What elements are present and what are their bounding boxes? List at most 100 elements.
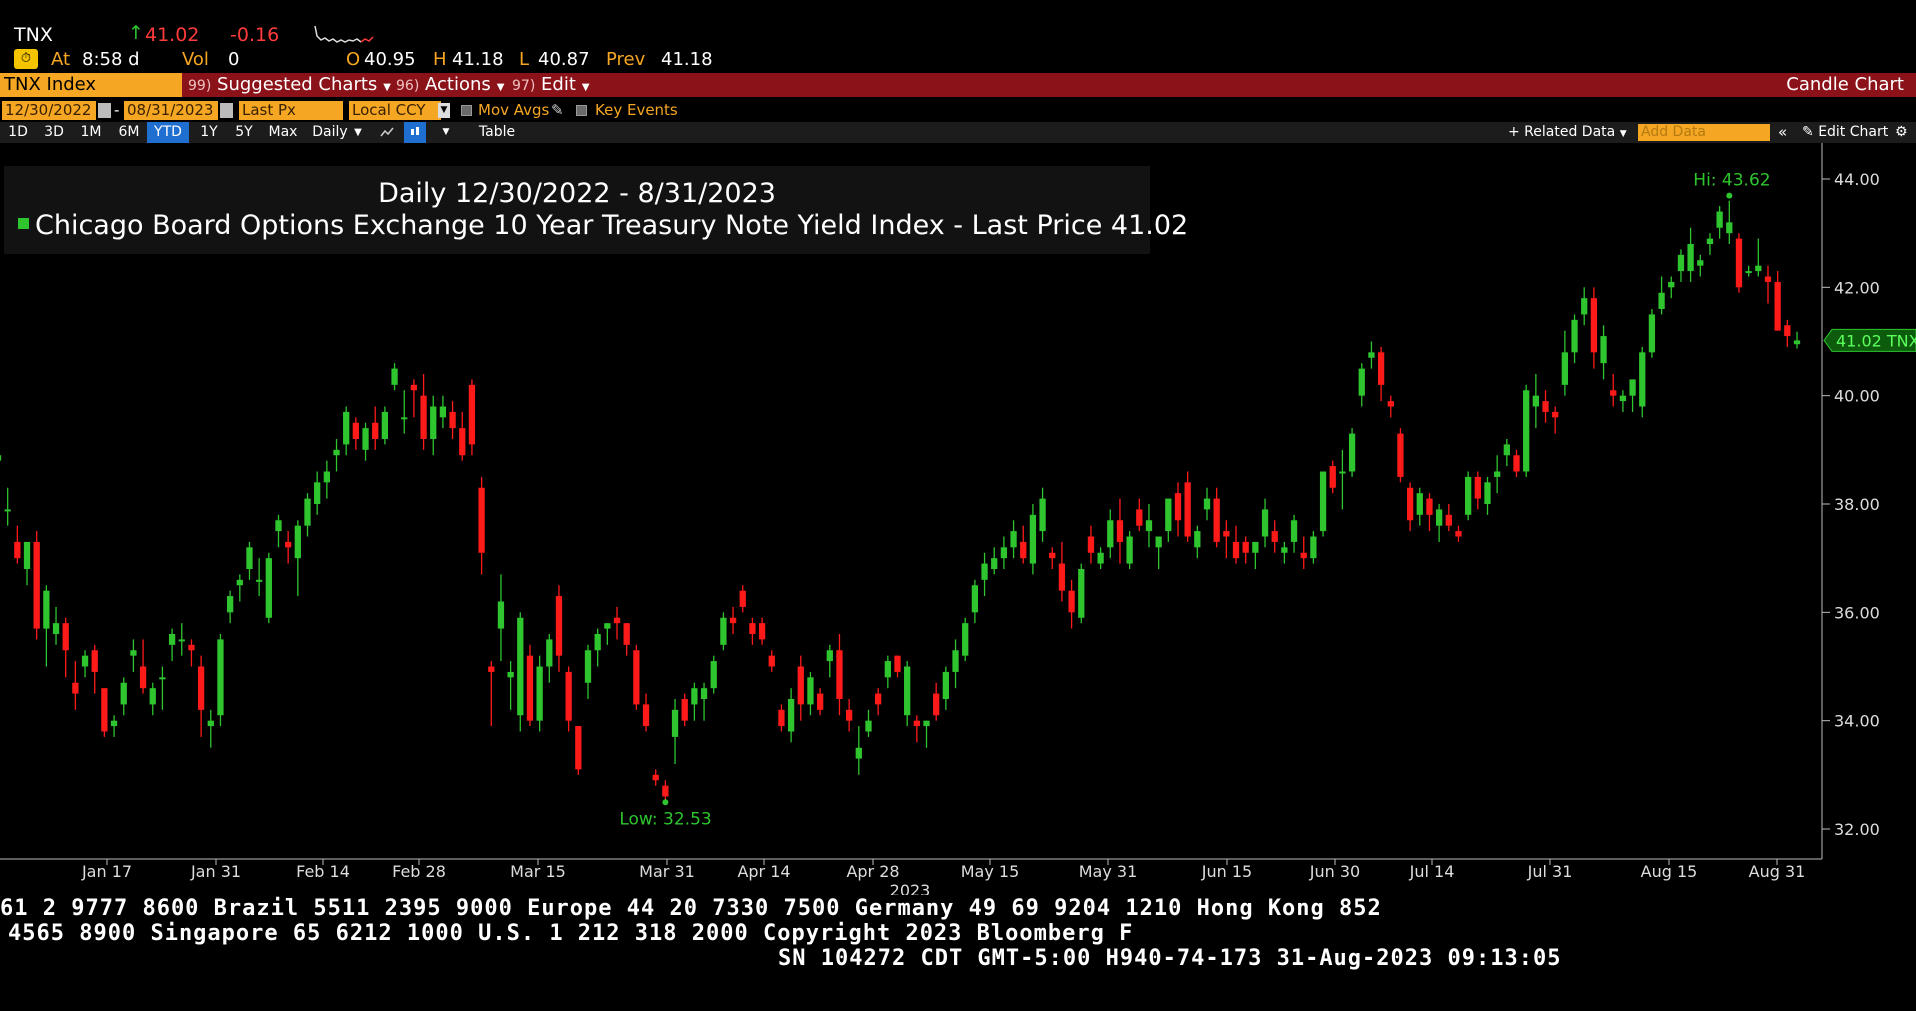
related-data-button[interactable]: + Related Data ▼	[1508, 122, 1627, 143]
period-select[interactable]: Daily	[307, 122, 353, 143]
candle-body	[1358, 368, 1365, 396]
candle-body	[1078, 569, 1085, 618]
candle-body	[1155, 536, 1162, 548]
candle-body	[246, 547, 253, 569]
candle-body	[1542, 401, 1549, 412]
clock-icon[interactable]: ⏱	[14, 49, 38, 69]
x-tick-label: Mar 15	[510, 862, 566, 881]
mov-avgs-checkbox[interactable]	[461, 105, 472, 116]
y-tick-label: 44.00	[1834, 170, 1880, 189]
key-events-label: Key Events	[595, 101, 678, 119]
candle-body	[971, 585, 979, 613]
range-1y-button[interactable]: 1Y	[195, 122, 223, 143]
candle-body	[1194, 531, 1201, 548]
candle-body	[691, 688, 698, 705]
candle-body	[875, 693, 882, 705]
candle-body	[1639, 352, 1646, 407]
end-date-field[interactable]: 08/31/2023	[124, 101, 218, 120]
candle-body	[865, 720, 872, 732]
chevron-down-icon[interactable]: ▼	[440, 122, 452, 143]
candle-body	[1387, 401, 1394, 407]
candle-body	[226, 596, 234, 613]
volume-value: 0	[228, 49, 240, 70]
candle-body	[633, 650, 640, 705]
candle-body	[1465, 476, 1472, 515]
range-ytd-button[interactable]: YTD	[147, 122, 189, 143]
range-max-button[interactable]: Max	[265, 122, 301, 143]
candle-body	[1039, 498, 1046, 532]
pencil-icon[interactable]: ✎	[551, 101, 564, 120]
x-tick-label: Feb 28	[392, 862, 446, 881]
edit-chart-label: Edit Chart	[1818, 124, 1889, 140]
candle-body	[720, 617, 727, 645]
candle-body	[991, 558, 998, 569]
candle-body	[304, 498, 311, 526]
candle-body	[1687, 244, 1694, 272]
candle-body	[1329, 466, 1336, 488]
candle-body	[507, 671, 514, 678]
range-5y-button[interactable]: 5Y	[230, 122, 258, 143]
footer-line-2: 4565 8900 Singapore 65 6212 1000 U.S. 1 …	[8, 921, 1134, 946]
range-3d-button[interactable]: 3D	[40, 122, 68, 143]
calendar-icon[interactable]	[220, 103, 233, 118]
gear-icon[interactable]: ⚙	[1895, 122, 1908, 143]
candle-chart[interactable]: 44.00 42.00 40.00 38.00 36.00 34.00 32.00 Jan …	[0, 143, 1916, 895]
edit-menu[interactable]: 97) Edit ▼	[512, 73, 590, 97]
actions-menu[interactable]: 96) Actions ▼	[396, 73, 504, 97]
calendar-icon[interactable]	[98, 103, 111, 118]
prev-value: 41.18	[661, 49, 713, 70]
suggested-charts-menu[interactable]: 99) Suggested Charts ▼	[188, 73, 391, 97]
add-data-input[interactable]: Add Data	[1638, 124, 1770, 141]
table-button[interactable]: Table	[474, 122, 520, 143]
candle-body	[420, 395, 427, 439]
candle-body	[1165, 498, 1172, 532]
chevron-down-icon[interactable]: ▼	[352, 122, 364, 143]
candle-body	[1561, 352, 1569, 385]
caret-down-icon: ▼	[496, 82, 505, 93]
candle-body	[1523, 390, 1530, 472]
line-chart-icon[interactable]	[378, 122, 396, 143]
candle-body	[33, 541, 40, 629]
candle-body	[1261, 509, 1269, 537]
footer-line-1: 61 2 9777 8600 Brazil 5511 2395 9000 Eur…	[0, 896, 1382, 921]
candle-body	[565, 671, 572, 721]
candle-body	[904, 666, 911, 716]
candle-body	[1735, 238, 1743, 288]
candle-body	[130, 650, 137, 656]
candles	[0, 200, 1801, 802]
candle-body	[439, 406, 447, 418]
edit-chart-button[interactable]: ✎ Edit Chart	[1802, 122, 1888, 143]
candle-body	[139, 666, 147, 689]
candle-body	[459, 428, 466, 456]
candle-body	[275, 520, 282, 532]
security-field[interactable]: TNX Index	[0, 73, 182, 97]
key-events-checkbox[interactable]	[576, 105, 587, 116]
candle-body	[1097, 552, 1104, 564]
currency-select[interactable]: Local CCY	[349, 101, 441, 120]
candle-body	[478, 487, 485, 553]
candle-body	[1552, 411, 1559, 418]
candle-body	[671, 709, 679, 737]
candle-body	[410, 384, 418, 391]
range-1m-button[interactable]: 1M	[76, 122, 106, 143]
candle-chart-icon[interactable]	[404, 122, 426, 143]
candle-body	[1300, 552, 1307, 559]
legend-series-entry[interactable]: Chicago Board Options Exchange 10 Year T…	[18, 210, 1188, 241]
chevron-down-icon[interactable]: ▼	[438, 103, 450, 118]
range-1d-button[interactable]: 1D	[4, 122, 32, 143]
collapse-icon[interactable]: «	[1778, 122, 1787, 143]
candle-body	[836, 650, 843, 699]
candle-body	[952, 650, 959, 672]
candle-body	[1793, 340, 1801, 345]
candle-body	[1203, 498, 1211, 510]
start-date-field[interactable]: 12/30/2022	[2, 101, 96, 120]
candle-body	[710, 661, 717, 689]
candle-body	[1716, 211, 1723, 228]
candle-body	[14, 541, 21, 559]
range-6m-button[interactable]: 6M	[114, 122, 144, 143]
menu-number: 99)	[188, 78, 212, 94]
candle-body	[1348, 433, 1356, 472]
x-year-label: 2023	[890, 881, 931, 895]
price-field-select[interactable]: Last Px	[239, 101, 343, 120]
x-tick-label: May 31	[1079, 862, 1138, 881]
